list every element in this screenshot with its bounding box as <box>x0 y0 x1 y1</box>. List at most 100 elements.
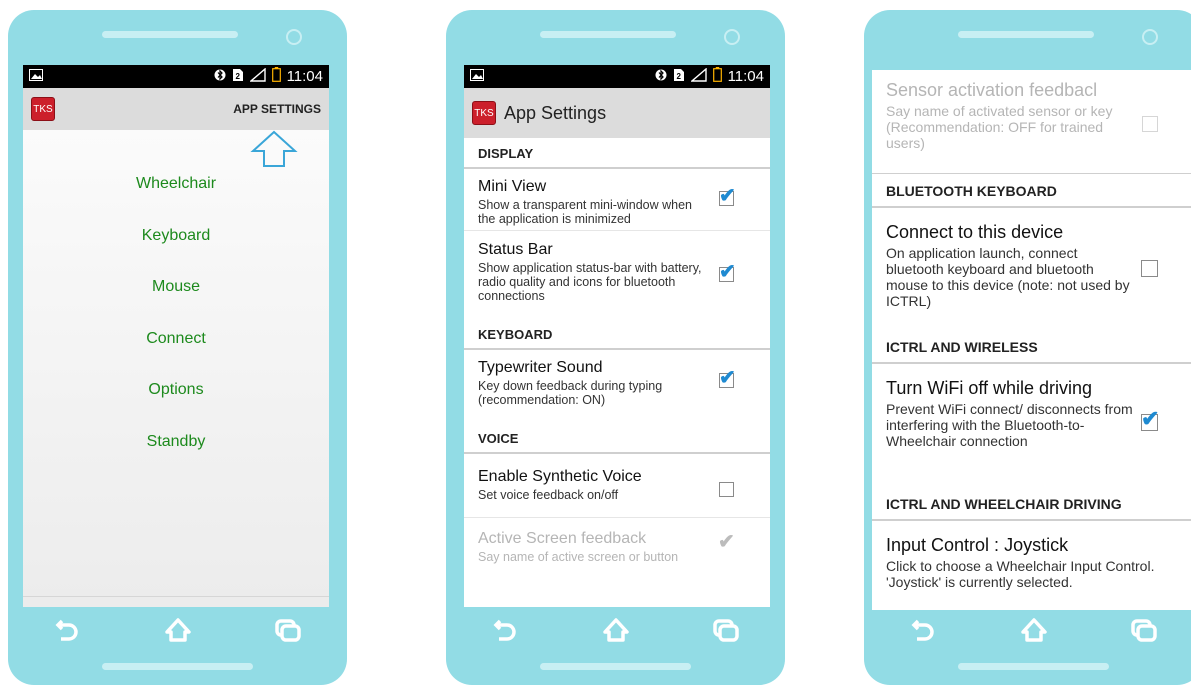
category-header: DISPLAY <box>464 138 770 169</box>
clock: 11:04 <box>286 68 323 85</box>
recent-apps-icon[interactable] <box>268 610 308 650</box>
checkbox-mini-view[interactable]: ✔ <box>719 186 736 206</box>
pref-summary: Show application status-bar with battery… <box>478 261 702 303</box>
check-icon: ✔ <box>719 261 736 283</box>
pref-title: Typewriter Sound <box>478 359 603 376</box>
check-icon: ✔ <box>718 531 735 553</box>
speaker <box>102 31 238 38</box>
recent-apps-icon[interactable] <box>1124 610 1164 650</box>
checkbox-turn-wifi-off[interactable]: ✔ <box>1141 408 1159 431</box>
category-header: KEYBOARD <box>464 319 770 350</box>
app-logo: TKS <box>472 101 496 125</box>
pref-status-bar[interactable]: Status Bar Show application status-bar w… <box>464 231 770 319</box>
nav-bar <box>466 610 766 650</box>
signal-icon <box>248 66 266 86</box>
svg-text:2: 2 <box>235 72 240 81</box>
pref-summary: Key down feedback during typing (recomme… <box>478 379 663 407</box>
category-header: BLUETOOTH KEYBOARD <box>872 174 1191 208</box>
home-icon[interactable] <box>596 610 636 650</box>
pref-title: Active Screen feedback <box>478 530 647 547</box>
speaker <box>958 31 1094 38</box>
pref-turn-wifi-off[interactable]: Turn WiFi off while driving Prevent WiFi… <box>872 364 1191 487</box>
check-icon: ✔ <box>719 185 736 207</box>
back-arrow-icon[interactable] <box>486 610 526 650</box>
pref-title: Sensor activation feedbacl <box>886 80 1098 100</box>
app-bar: TKS APP SETTINGS <box>23 88 329 130</box>
pref-title: Enable Synthetic Voice <box>478 468 642 485</box>
pref-input-control[interactable]: Input Control : Joystick Click to choose… <box>872 521 1191 610</box>
phone-frame-3: Sensor activation feedbacl Say name of a… <box>864 10 1191 685</box>
bluetooth-icon <box>214 68 226 86</box>
bottom-bar <box>102 663 253 670</box>
checkbox-status-bar[interactable]: ✔ <box>719 262 736 282</box>
pref-typewriter-sound[interactable]: Typewriter Sound Key down feedback durin… <box>464 350 770 423</box>
pref-summary: Set voice feedback on/off <box>478 488 619 502</box>
menu-item-wheelchair[interactable]: Wheelchair <box>23 175 329 193</box>
pref-summary: Click to choose a Wheelchair Input Contr… <box>886 558 1155 590</box>
menu-item-mouse[interactable]: Mouse <box>23 278 329 296</box>
status-bar: 2 11:04 <box>464 65 770 88</box>
pref-title: Mini View <box>478 178 547 195</box>
checkbox-connect-to-device[interactable] <box>1141 260 1158 277</box>
clock: 11:04 <box>727 68 764 85</box>
pref-summary: Show a transparent mini-window when the … <box>478 198 692 226</box>
check-icon: ✔ <box>719 367 736 389</box>
svg-text:2: 2 <box>676 72 681 81</box>
divider <box>23 596 329 597</box>
screen-app-settings-scrolled: Sensor activation feedbacl Say name of a… <box>872 70 1191 610</box>
home-icon[interactable] <box>158 610 198 650</box>
speaker <box>540 31 676 38</box>
pref-sensor-activation-feedback: Sensor activation feedbacl Say name of a… <box>872 70 1191 174</box>
up-arrow-icon <box>249 130 299 173</box>
home-icon[interactable] <box>1014 610 1054 650</box>
menu-item-keyboard[interactable]: Keyboard <box>23 227 329 245</box>
checkbox-synthetic-voice[interactable] <box>719 482 734 497</box>
phone-frame-1: 2 11:04 TKS APP SETTINGS Wheelchair Keyb… <box>8 10 347 685</box>
app-settings-button[interactable]: APP SETTINGS <box>233 102 321 116</box>
pref-summary: On application launch, connect bluetooth… <box>886 245 1130 309</box>
nav-bar <box>28 610 328 650</box>
pref-mini-view[interactable]: Mini View Show a transparent mini-window… <box>464 169 770 231</box>
screen-main-menu: 2 11:04 TKS APP SETTINGS Wheelchair Keyb… <box>23 65 329 607</box>
checkbox-sensor-activation-feedback <box>1142 116 1158 132</box>
gallery-icon <box>29 68 43 85</box>
camera <box>724 29 740 45</box>
bluetooth-icon <box>655 68 667 86</box>
pref-summary: Say name of active screen or button <box>478 550 679 564</box>
pref-summary: Say name of activated sensor or key (Rec… <box>886 103 1113 151</box>
bottom-bar <box>958 663 1109 670</box>
page-title: App Settings <box>504 102 607 123</box>
back-arrow-icon[interactable] <box>48 610 88 650</box>
status-bar: 2 11:04 <box>23 65 329 88</box>
pref-active-screen-feedback: Active Screen feedback Say name of activ… <box>464 518 770 578</box>
checkbox-active-screen-feedback: ✔ <box>718 532 735 553</box>
checkbox-typewriter-sound[interactable]: ✔ <box>719 368 736 388</box>
settings-list: Sensor activation feedbacl Say name of a… <box>872 70 1191 610</box>
gallery-icon <box>470 68 484 85</box>
main-menu: Wheelchair Keyboard Mouse Connect Option… <box>23 130 329 607</box>
pref-title: Connect to this device <box>886 222 1064 242</box>
pref-summary: Prevent WiFi connect/ disconnects from i… <box>886 401 1133 449</box>
nav-bar <box>884 610 1184 650</box>
category-header: ICTRL AND WHEELCHAIR DRIVING <box>872 487 1191 521</box>
signal-icon <box>689 66 707 86</box>
recent-apps-icon[interactable] <box>706 610 746 650</box>
menu-item-connect[interactable]: Connect <box>23 330 329 348</box>
settings-list: DISPLAY Mini View Show a transparent min… <box>464 138 770 578</box>
category-header: ICTRL AND WIRELESS <box>872 330 1191 364</box>
pref-connect-to-this-device[interactable]: Connect to this device On application la… <box>872 208 1191 330</box>
battery-icon <box>271 67 281 86</box>
camera <box>1142 29 1158 45</box>
back-arrow-icon[interactable] <box>904 610 944 650</box>
pref-title: Input Control : Joystick <box>886 535 1069 555</box>
pref-enable-synthetic-voice[interactable]: Enable Synthetic Voice Set voice feedbac… <box>464 454 770 518</box>
menu-item-standby[interactable]: Standby <box>23 433 329 451</box>
app-bar: TKS App Settings <box>464 88 770 138</box>
menu-item-options[interactable]: Options <box>23 381 329 399</box>
pref-title: Turn WiFi off while driving <box>886 378 1093 398</box>
app-logo: TKS <box>31 97 55 121</box>
sim-icon: 2 <box>232 68 244 86</box>
pref-title: Status Bar <box>478 241 553 258</box>
bottom-bar <box>540 663 691 670</box>
camera <box>286 29 302 45</box>
